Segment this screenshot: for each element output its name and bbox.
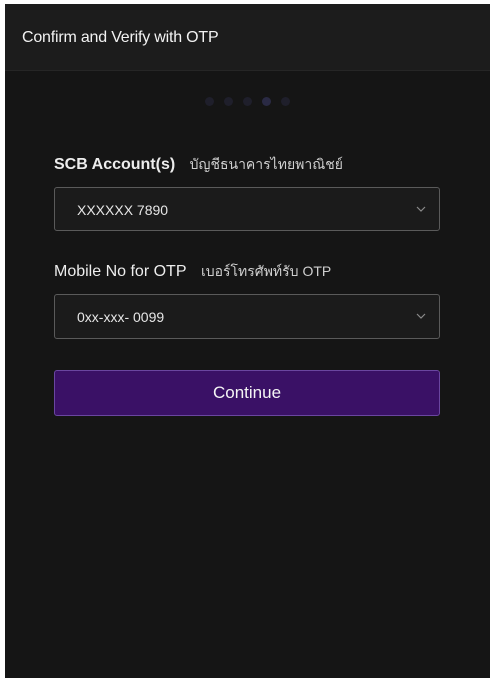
account-field-label: SCB Account(s) บัญชีธนาคารไทยพาณิชย์ [54,154,343,176]
account-label-th: บัญชีธนาคารไทยพาณิชย์ [189,156,343,172]
mobile-select-value: 0xx-xxx- 0099 [77,309,165,325]
step-dot-5 [281,97,290,106]
mobile-label-th: เบอร์โทรศัพท์รับ OTP [200,263,332,279]
mobile-label-en: Mobile No for OTP [54,263,187,280]
step-dot-2 [224,97,233,106]
chevron-down-icon [416,206,426,212]
step-dot-1 [205,97,214,106]
page-title: Confirm and Verify with OTP [22,29,219,46]
chevron-down-icon [416,313,426,319]
account-select[interactable]: XXXXXX 7890 [54,187,440,231]
continue-button[interactable]: Continue [54,370,440,416]
mobile-select[interactable]: 0xx-xxx- 0099 [54,294,440,339]
progress-stepper [5,97,490,109]
step-dot-4-current [262,97,271,106]
account-select-value: XXXXXX 7890 [77,202,169,218]
otp-verification-screen: Confirm and Verify with OTP SCB Account(… [5,4,490,678]
header-bar: Confirm and Verify with OTP [5,4,490,71]
step-dot-3 [243,97,252,106]
account-label-en: SCB Account(s) [54,156,176,173]
mobile-field-label: Mobile No for OTP เบอร์โทรศัพท์รับ OTP [54,261,331,283]
